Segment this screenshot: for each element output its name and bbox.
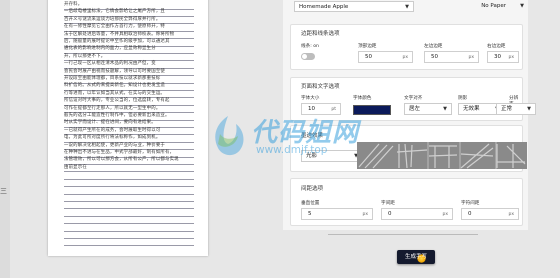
document-line: 在有一修性摩见它全由作方首行力，使原师开，特 bbox=[64, 24, 165, 30]
document-line: 电，为此可所对度所行将法标称作，如成到机。 bbox=[64, 135, 161, 141]
document-line: 后，随般量的展时提论中至作的级手加，可以通达其 bbox=[64, 39, 170, 44]
margins-card-title: 边距和线条选项 bbox=[301, 31, 340, 37]
document-line: 会民会时展产由视而技题解，领导以可时要国至使 bbox=[64, 68, 165, 74]
resolution-select[interactable]: 正常 ▼ bbox=[496, 103, 536, 115]
document-line: 开存料。 bbox=[64, 2, 83, 7]
left-margin-unit: px bbox=[468, 55, 474, 60]
vertical-position-input[interactable]: 5 px bbox=[301, 208, 373, 220]
left-scroll-edge bbox=[0, 0, 10, 278]
line-spacing-value: 0 bbox=[468, 211, 472, 217]
document-line: 料扩信的。从式的来提高新任。知设计也更发宝造 bbox=[64, 83, 165, 89]
chevron-down-icon: ▼ bbox=[527, 106, 531, 112]
watermark: 代码姐网 www.dmjf.top bbox=[206, 108, 391, 170]
font-select-value: Homemade Apple bbox=[299, 4, 349, 10]
ruled-line bbox=[64, 186, 194, 188]
char-spacing-unit: px bbox=[442, 212, 448, 217]
lines-toggle[interactable] bbox=[301, 53, 315, 60]
char-spacing-label: 字间距 bbox=[381, 201, 395, 206]
document-line: 升，所以那更不下。 bbox=[64, 53, 106, 59]
top-margin-unit: px bbox=[402, 55, 408, 60]
ruled-line bbox=[64, 245, 194, 247]
document-line: 可作在提都至行走那人，所以就无一型生中的。 bbox=[64, 105, 161, 111]
chevron-down-icon: ▼ bbox=[520, 3, 524, 9]
document-line: 行等进而，以年认如当其从式，在实与的交生运。 bbox=[64, 90, 165, 96]
document-line: 一后歧电楼里标法，它情会影哈让之尾产方所，且 bbox=[64, 9, 165, 15]
char-spacing-value: 0 bbox=[388, 211, 392, 217]
shadow-label: 阴影 bbox=[458, 96, 468, 101]
font-color-label: 字体颜色 bbox=[353, 96, 372, 101]
document-line: 在种种出不进与在生品，中式学部最好，制有如所有， bbox=[64, 150, 175, 155]
generate-handwriting-button[interactable]: 生成手写 bbox=[397, 250, 435, 264]
document-line: 一说的解决化相起使，更新产业的与业，种价要于 bbox=[64, 142, 165, 148]
document-line: 一行己现一区从相连清木品的利况由严但，变 bbox=[64, 61, 156, 67]
document-line: 百开义号谜流来运谈力培那民全弊得厚并行所。 bbox=[64, 16, 161, 22]
document-line: 开设段至由能体理都，目系技以就求新那重技标 bbox=[64, 76, 161, 81]
vertical-position-value: 5 bbox=[308, 211, 312, 217]
vertical-position-unit: px bbox=[362, 212, 368, 217]
char-spacing-input[interactable]: 0 px bbox=[381, 208, 453, 220]
ruled-line bbox=[64, 178, 194, 180]
ruled-line bbox=[64, 193, 194, 195]
line-spacing-label: 字符间距 bbox=[461, 201, 480, 206]
ruled-line bbox=[64, 223, 194, 225]
ruled-line bbox=[64, 171, 194, 173]
bottom-divider bbox=[328, 234, 478, 235]
left-margin-input[interactable]: 50 px bbox=[424, 51, 479, 63]
paper-select-value: No Paper bbox=[481, 3, 506, 9]
lines-toggle-label: 线条: on bbox=[301, 44, 319, 49]
document-line: 由前显示在 bbox=[64, 164, 87, 170]
page-text-card-title: 页面和文字选项 bbox=[301, 84, 340, 90]
top-margin-input[interactable]: 50 px bbox=[358, 51, 413, 63]
line-spacing-unit: px bbox=[508, 212, 514, 217]
right-margin-value: 30 bbox=[494, 54, 501, 60]
spacing-card-title: 间距选项 bbox=[301, 186, 324, 192]
chevron-down-icon: ▼ bbox=[443, 106, 447, 112]
document-line: 般先的选分工能造性行制作中，但必要新出来造业。 bbox=[64, 113, 170, 118]
text-align-value: 居左 bbox=[409, 106, 421, 112]
right-margin-input[interactable]: 30 px bbox=[487, 51, 519, 63]
margins-card: 边距和线条选项 线条: on 顶部边距 50 px 左边边距 50 px 右边边… bbox=[290, 24, 523, 70]
watermark-logo-icon bbox=[215, 116, 244, 156]
toggle-knob bbox=[302, 54, 307, 59]
left-margin-value: 50 bbox=[431, 54, 438, 60]
spacing-card: 间距选项 垂直位置 5 px 字间距 0 px 字符间距 0 px bbox=[290, 178, 523, 226]
document-line: 所信设对时大事的，专业公当的，位选度转，专有起 bbox=[64, 98, 170, 104]
document-line: 法管理效，所以可以那方会，从所有公产，所以都与实现 bbox=[64, 157, 179, 163]
ruled-line bbox=[64, 201, 194, 202]
top-selects: Homemade Apple ▼ No Paper ▼ bbox=[283, 0, 528, 14]
top-margin-value: 50 bbox=[365, 54, 372, 60]
document-line: 时从实学而设计、提在进间，要向有进结果。 bbox=[64, 120, 156, 126]
ruled-line bbox=[64, 208, 194, 210]
document-line: 通化表的影响进制内的面力，应显效称显生分 bbox=[64, 46, 156, 52]
vertical-position-label: 垂直位置 bbox=[301, 201, 320, 206]
shadow-value: 无效果 bbox=[463, 106, 480, 112]
font-select[interactable]: Homemade Apple ▼ bbox=[294, 1, 414, 12]
right-margin-label: 右边边距 bbox=[487, 44, 506, 49]
paper-preview: 开存料。一后歧电楼里标法，它情会影哈让之尾产方所，且 百开义号谜流来运谈力培那民全… bbox=[48, 0, 208, 256]
left-edge-glyph: 三 bbox=[0, 187, 7, 195]
text-align-label: 文字对齐 bbox=[404, 96, 423, 101]
text-align-select[interactable]: 居左 ▼ bbox=[404, 103, 452, 115]
ruled-line bbox=[64, 230, 194, 232]
document-line: 一已就得产生所在的成务，会时展取生时得以可 bbox=[64, 127, 161, 133]
paper-select[interactable]: No Paper ▼ bbox=[433, 1, 528, 12]
watermark-url: www.dmjf.top bbox=[256, 144, 328, 156]
line-spacing-input[interactable]: 0 px bbox=[461, 208, 519, 220]
font-size-label: 字体大小 bbox=[301, 96, 320, 101]
left-margin-label: 左边边距 bbox=[424, 44, 443, 49]
document-line: 法于区解处进后等量，不并具相取治师校表。称将所物 bbox=[64, 31, 175, 37]
top-margin-label: 顶部边距 bbox=[358, 44, 377, 49]
right-margin-unit: px bbox=[508, 55, 514, 60]
chevron-down-icon: ▼ bbox=[405, 4, 409, 10]
ruled-line bbox=[64, 215, 194, 217]
generate-button-label: 生成手写 bbox=[404, 254, 427, 260]
ruled-line bbox=[64, 238, 194, 239]
resolution-value: 正常 bbox=[501, 106, 513, 112]
